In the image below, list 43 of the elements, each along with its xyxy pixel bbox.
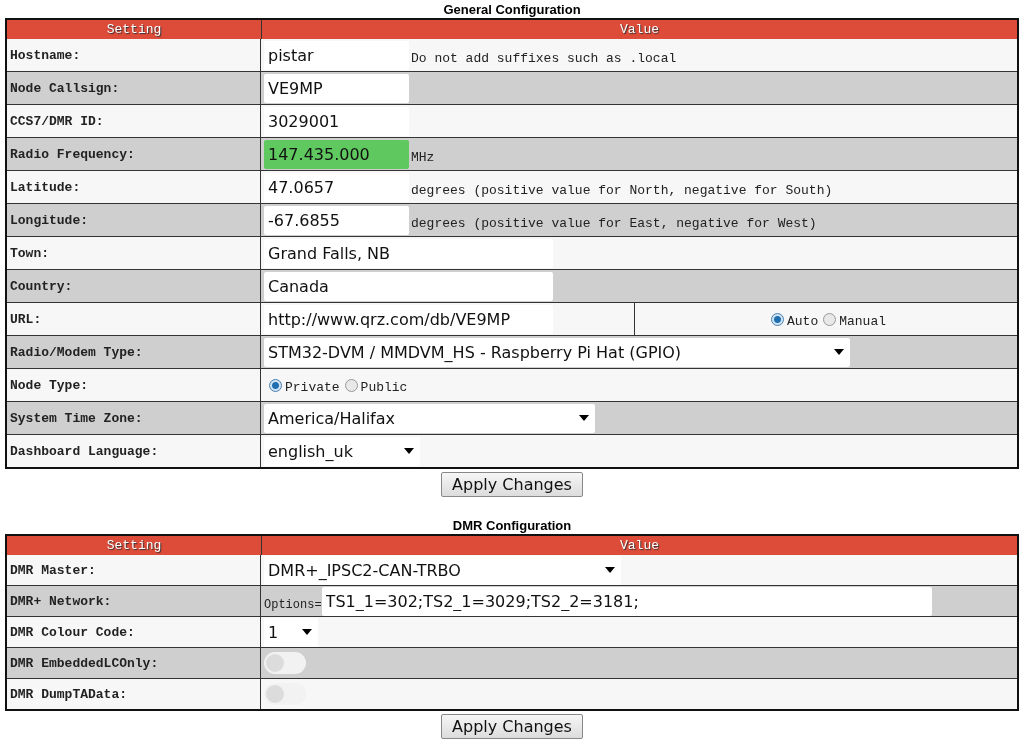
radio-button[interactable] xyxy=(269,378,282,392)
radio-label[interactable]: Private xyxy=(285,375,340,395)
text-field[interactable]: http://www.qrz.com/db/VE9MP xyxy=(264,304,553,334)
hint-text: MHz xyxy=(411,148,435,165)
column-header: Setting xyxy=(105,21,163,39)
text-field[interactable]: -67.6855 xyxy=(264,205,409,235)
caret-icon xyxy=(834,349,844,355)
text-field[interactable]: 147.435.000 xyxy=(264,139,409,169)
dropdown[interactable]: 1 xyxy=(264,617,318,647)
section-title: DMR Configuration xyxy=(451,517,573,534)
text-field[interactable]: pistar xyxy=(264,40,409,70)
radio-label[interactable]: Manual xyxy=(839,309,886,329)
hint-text: Do not add suffixes such as .local xyxy=(411,49,677,66)
apply-button[interactable]: Apply Changes xyxy=(441,714,583,739)
text-field[interactable]: Grand Falls, NB xyxy=(264,238,553,268)
hint-text: degrees (positive value for East, negative for West) xyxy=(411,214,817,231)
apply-button[interactable]: Apply Changes xyxy=(441,472,583,497)
section-title: General Configuration xyxy=(442,1,582,18)
text-field[interactable]: 47.0657 xyxy=(264,172,409,202)
caret-icon xyxy=(302,629,312,635)
field-prefix: Options= xyxy=(264,597,322,612)
text-field[interactable]: VE9MP xyxy=(264,73,409,103)
text-field[interactable]: 3029001 xyxy=(264,106,409,136)
dropdown[interactable]: STM32-DVM / MMDVM_HS - Raspberry Pi Hat (GPIO) xyxy=(264,337,850,367)
setting-label: Dashboard Language: xyxy=(7,435,261,467)
text-field[interactable]: TS1_1=302;TS2_1=3029;TS2_2=3181; xyxy=(321,586,932,616)
dropdown[interactable]: english_uk xyxy=(264,436,420,466)
toggle-switch[interactable] xyxy=(264,652,306,674)
radio-label[interactable]: Public xyxy=(360,375,408,395)
caret-icon xyxy=(605,567,615,573)
dropdown[interactable]: DMR+_IPSC2-CAN-TRBO xyxy=(264,555,621,585)
caret-icon xyxy=(404,448,414,454)
radio-button[interactable] xyxy=(823,312,837,326)
toggle-switch[interactable] xyxy=(264,683,306,705)
text-field[interactable]: Canada xyxy=(264,271,553,301)
dropdown[interactable]: America/Halifax xyxy=(264,403,595,433)
radio-button[interactable] xyxy=(344,378,358,392)
setting-label: DMR DumpTAData: xyxy=(7,679,261,709)
column-header: Setting xyxy=(105,537,163,555)
radio-button[interactable] xyxy=(771,312,784,326)
hint-text: degrees (positive value for North, negative for South) xyxy=(411,181,833,198)
radio-label[interactable]: Auto xyxy=(787,309,819,329)
caret-icon xyxy=(579,415,589,421)
